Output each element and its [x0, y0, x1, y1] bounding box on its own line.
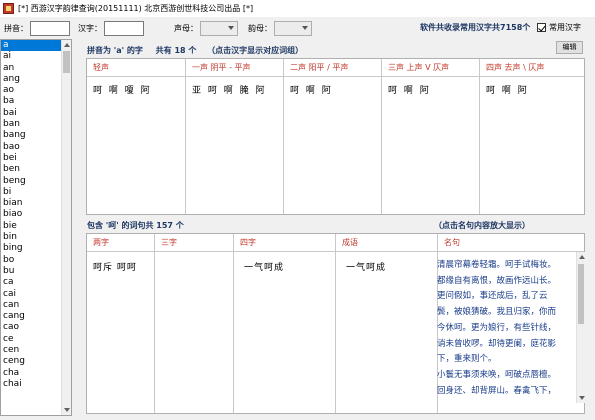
poem-line[interactable]: 下，重来则个。 [437, 352, 575, 368]
app-icon [3, 3, 14, 14]
pinyin-list-item[interactable]: cen [1, 345, 61, 356]
pinyin-list-item[interactable]: cha [1, 368, 61, 379]
edit-button[interactable]: 编辑 [556, 41, 583, 54]
phrase-column-four-char: 四字 一气呵成 [233, 234, 335, 413]
rhyme-label: 韵母： [248, 23, 272, 33]
tones-section-title: 拼音为 'a' 的字 共有 18 个 （点击汉字显示对应词组） [87, 46, 304, 55]
pinyin-list-item[interactable]: bei [1, 153, 61, 164]
pinyin-list-item[interactable]: bie [1, 221, 61, 232]
pinyin-list-item[interactable]: ceng [1, 356, 61, 367]
pinyin-list-item[interactable]: cai [1, 289, 61, 300]
tone-chars[interactable]: 呵 啊 阿 [284, 77, 381, 96]
tone-column-third: 三声 上声 V 仄声 呵 啊 阿 [381, 59, 479, 214]
pinyin-list-item[interactable]: ai [1, 51, 61, 62]
phrase-column-idiom: 成语 一气呵成 [335, 234, 437, 413]
poem-lines[interactable]: 清晨帘幕卷轻霜。呵手试梅妆。 都缘自有离恨，故画作远山长。 更问假如，事还成后，乱了… [437, 258, 575, 399]
pinyin-list-item[interactable]: bo [1, 255, 61, 266]
pinyin-list-item[interactable]: bu [1, 266, 61, 277]
pinyin-list-item[interactable]: ben [1, 164, 61, 175]
pinyin-list-item[interactable]: ao [1, 85, 61, 96]
scroll-down-icon [578, 396, 585, 400]
phrase-header: 成语 [336, 234, 437, 252]
pinyin-list-item[interactable]: ca [1, 277, 61, 288]
pinyin-list-item[interactable]: ban [1, 119, 61, 130]
pinyin-list-item[interactable]: cang [1, 311, 61, 322]
tone-column-first: 一声 阴平 - 平声 亚 呵 啊 腌 阿 [185, 59, 283, 214]
tone-column-fourth: 四声 去声 \ 仄声 呵 啊 阿 [479, 59, 584, 214]
poem-line[interactable]: 都缘自有离恨，故画作远山长。 [437, 274, 575, 290]
pinyin-list-item[interactable]: bai [1, 108, 61, 119]
poem-line[interactable]: 今休呵。更为娘行，有些针线， [437, 321, 575, 337]
pinyin-list-item[interactable]: bin [1, 232, 61, 243]
tone-select[interactable] [200, 20, 238, 36]
phrase-column-two-char: 两字 呵斥 呵呵 [87, 234, 154, 413]
phrases-hint: （点击名句内容放大显示） [434, 221, 530, 230]
phrase-idiom[interactable]: 一气呵成 [336, 252, 437, 273]
pinyin-list-item[interactable]: ang [1, 74, 61, 85]
phrase-header: 两字 [87, 234, 154, 252]
pinyin-list-item[interactable]: can [1, 300, 61, 311]
pinyin-list-item[interactable]: beng [1, 176, 61, 187]
hanzi-label: 汉字： [78, 23, 102, 33]
scroll-thumb[interactable] [63, 51, 70, 73]
chevron-down-icon [302, 25, 308, 30]
tone-header: 三声 上声 V 仄声 [382, 59, 479, 77]
tone-header: 四声 去声 \ 仄声 [480, 59, 584, 77]
pinyin-list-item[interactable]: bian [1, 198, 61, 209]
pinyin-list-item[interactable]: biao [1, 209, 61, 220]
poem-line[interactable]: 更问假如，事还成后，乱了云 [437, 289, 575, 305]
poem-line[interactable]: 诮未曾收啰。却待更阑，庭花影 [437, 337, 575, 353]
tone-chars[interactable]: 呵 啊 阿 [382, 77, 479, 96]
pinyin-input[interactable] [30, 20, 70, 36]
pinyin-list-item[interactable]: bing [1, 243, 61, 254]
phrase-header: 名句 [438, 234, 584, 252]
poem-scrollbar[interactable] [576, 252, 585, 403]
pinyin-list-item[interactable]: an [1, 63, 61, 74]
poem-line[interactable]: 回身还、却背屏山。春禽飞下， [437, 384, 575, 400]
scroll-down-icon [64, 408, 70, 412]
pinyin-list-scrollbar[interactable] [61, 40, 71, 415]
tone-chars[interactable]: 呵 啊 阿 [480, 77, 584, 96]
pinyin-list-item[interactable]: ce [1, 334, 61, 345]
tone-column-second: 二声 阳平 / 平声 呵 啊 阿 [283, 59, 381, 214]
phrases-section-title: 包含 '呵' 的词句共 157 个 [87, 221, 184, 230]
tone-header: 二声 阳平 / 平声 [284, 59, 381, 77]
tones-table: 轻声 呵 啊 嗄 阿 一声 阴平 - 平声 亚 呵 啊 腌 阿 二声 阳平 / … [86, 58, 585, 215]
pinyin-list-item[interactable]: bao [1, 142, 61, 153]
poem-line[interactable]: 小鬟无事须来唤，呵破点唇檀。 [437, 368, 575, 384]
window-title: [*] 西游汉字韵律查询(20151111) 北京西游创世科技公司出品 [*] [18, 4, 254, 13]
phrase-header: 四字 [234, 234, 335, 252]
hanzi-input[interactable] [104, 20, 144, 36]
pinyin-label: 拼音： [4, 23, 28, 33]
pinyin-list-item[interactable]: chai [1, 379, 61, 390]
pinyin-list-item[interactable]: bang [1, 130, 61, 141]
pinyin-list-item[interactable]: a [1, 40, 61, 52]
phrase-two-char[interactable]: 呵斥 呵呵 [87, 252, 154, 273]
tone-header: 一声 阴平 - 平声 [186, 59, 283, 77]
scroll-up-icon [578, 255, 585, 259]
phrase-header: 三字 [155, 234, 233, 252]
pinyin-list-item[interactable]: ba [1, 96, 61, 107]
rhyme-select[interactable] [274, 20, 312, 36]
scroll-up-icon [64, 43, 70, 47]
chevron-down-icon [228, 25, 234, 30]
phrase-four-char[interactable]: 一气呵成 [234, 252, 335, 273]
poem-line[interactable]: 鬓，被娘猜破。我且归家，你而 [437, 305, 575, 321]
tone-chars[interactable]: 呵 啊 嗄 阿 [87, 77, 185, 96]
poem-line[interactable]: 清晨帘幕卷轻霜。呵手试梅妆。 [437, 258, 575, 274]
pinyin-list[interactable]: a ai an ang ao ba bai ban bang bao bei ben beng bi bia… [0, 39, 72, 416]
phrase-three-char[interactable] [155, 252, 233, 260]
tone-column-neutral: 轻声 呵 啊 嗄 阿 [87, 59, 185, 214]
common-chars-checkbox[interactable]: 常用汉字 [537, 22, 581, 33]
checkbox-checked-icon [537, 23, 546, 32]
char-count-info: 软件共收录常用汉字共7158个 [420, 23, 531, 32]
pinyin-list-item[interactable]: cao [1, 322, 61, 333]
phrase-column-three-char: 三字 [154, 234, 233, 413]
tone-label: 声母： [174, 23, 198, 33]
scroll-thumb[interactable] [578, 264, 584, 324]
title-bar: [*] 西游汉字韵律查询(20151111) 北京西游创世科技公司出品 [*] [0, 0, 595, 17]
tone-chars[interactable]: 亚 呵 啊 腌 阿 [186, 77, 283, 96]
pinyin-list-item[interactable]: bi [1, 187, 61, 198]
tone-header: 轻声 [87, 59, 185, 77]
